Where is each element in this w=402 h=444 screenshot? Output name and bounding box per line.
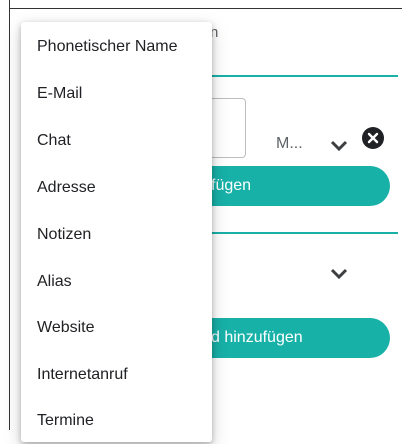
add-field-menu: Phonetischer Name E-Mail Chat Adresse No… xyxy=(21,22,212,442)
menu-item-dates[interactable]: Termine xyxy=(21,398,212,444)
section-divider xyxy=(210,232,398,234)
menu-item-phonetic-name[interactable]: Phonetischer Name xyxy=(21,24,212,70)
menu-item-website[interactable]: Website xyxy=(21,305,212,351)
menu-item-chat[interactable]: Chat xyxy=(21,118,212,164)
menu-item-label: Website xyxy=(37,319,95,336)
add-field-button-2[interactable]: d hinzufügen xyxy=(205,318,390,358)
menu-item-address[interactable]: Adresse xyxy=(21,165,212,211)
add-field-button-2-label: d hinzufügen xyxy=(211,329,303,346)
menu-item-label: Internetanruf xyxy=(37,366,128,383)
menu-item-label: Chat xyxy=(37,132,71,149)
chevron-down-icon[interactable] xyxy=(330,140,348,152)
menu-item-label: Phonetischer Name xyxy=(37,38,178,55)
window-top-edge xyxy=(0,0,402,9)
type-select-value[interactable]: M... xyxy=(276,135,303,153)
add-field-button[interactable]: fügen xyxy=(205,166,390,206)
menu-item-email[interactable]: E-Mail xyxy=(21,71,212,117)
window-left-edge xyxy=(0,0,10,430)
menu-item-label: Adresse xyxy=(37,179,96,196)
close-icon[interactable] xyxy=(362,127,384,149)
chevron-down-icon[interactable] xyxy=(330,268,348,280)
menu-item-label: Alias xyxy=(37,273,72,290)
menu-item-label: Notizen xyxy=(37,226,92,243)
menu-item-alias[interactable]: Alias xyxy=(21,259,212,305)
menu-item-internet-call[interactable]: Internetanruf xyxy=(21,352,212,398)
add-field-button-label: fügen xyxy=(211,177,252,194)
field-underline xyxy=(210,75,398,77)
menu-item-label: Termine xyxy=(37,412,94,429)
menu-item-notes[interactable]: Notizen xyxy=(21,212,212,258)
menu-item-label: E-Mail xyxy=(37,85,83,102)
